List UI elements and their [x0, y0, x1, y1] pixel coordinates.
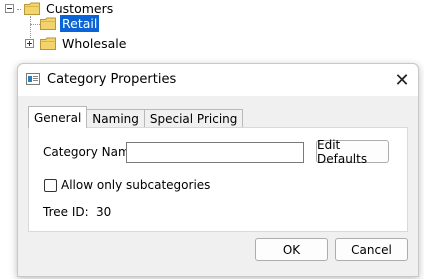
- tab-strip: General Naming Special Pricing: [28, 106, 244, 128]
- tab-special-pricing[interactable]: Special Pricing: [143, 109, 244, 128]
- allow-subcategories-label[interactable]: Allow only subcategories: [61, 178, 210, 192]
- tree-item-label: Wholesale: [62, 36, 127, 51]
- tree-id-value: 30: [96, 205, 112, 219]
- close-icon: ✕: [394, 69, 410, 91]
- edit-defaults-button[interactable]: Edit Defaults: [316, 138, 389, 166]
- collapse-icon[interactable]: [5, 4, 14, 13]
- allow-subcategories-checkbox[interactable]: [44, 179, 57, 192]
- dialog-titlebar[interactable]: Category Properties ✕: [18, 64, 418, 96]
- tree-item-label: Retail: [60, 15, 100, 32]
- expand-icon[interactable]: [25, 39, 34, 48]
- folder-icon: [40, 17, 56, 30]
- general-tab-panel: Category Name: Edit Defaults Allow only …: [28, 127, 408, 232]
- tab-naming[interactable]: Naming: [86, 109, 145, 128]
- tree-item-wholesale[interactable]: Wholesale: [25, 35, 128, 52]
- category-properties-dialog: Category Properties ✕ General Naming Spe…: [17, 63, 419, 277]
- folder-icon: [24, 2, 40, 15]
- tree-id-label: Tree ID:: [43, 205, 89, 219]
- window-icon: [26, 73, 40, 85]
- dialog-title: Category Properties: [47, 72, 177, 87]
- folder-icon: [40, 37, 56, 50]
- close-button[interactable]: ✕: [386, 64, 418, 96]
- tab-general[interactable]: General: [28, 106, 88, 128]
- tree-connector: [30, 24, 40, 25]
- cancel-button[interactable]: Cancel: [335, 238, 408, 261]
- tree-item-retail[interactable]: Retail: [40, 15, 100, 32]
- ok-button[interactable]: OK: [255, 238, 328, 261]
- category-name-input[interactable]: [126, 142, 304, 163]
